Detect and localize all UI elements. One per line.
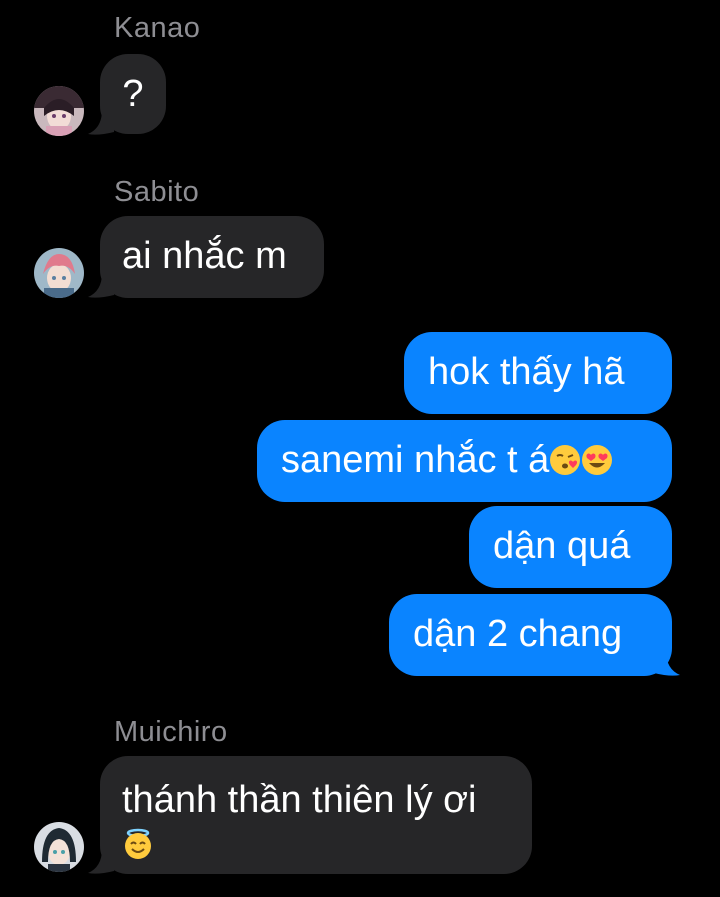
sender-name-kanao: Kanao bbox=[114, 12, 201, 44]
sender-name-muichiro: Muichiro bbox=[114, 716, 228, 748]
halo-smile-emoji bbox=[122, 828, 154, 860]
message-bubble-sabito[interactable]: ai nhắc m bbox=[100, 216, 324, 298]
message-text: dận quá bbox=[493, 525, 631, 567]
bubble-tail bbox=[88, 849, 114, 874]
message-bubble-outgoing[interactable]: dận quá bbox=[469, 506, 672, 588]
message-bubble-outgoing[interactable]: sanemi nhắc t á bbox=[257, 420, 672, 502]
avatar-kanao[interactable] bbox=[34, 86, 84, 136]
avatar-muichiro[interactable] bbox=[34, 822, 84, 872]
bubble-tail bbox=[88, 273, 114, 298]
avatar-sabito[interactable] bbox=[34, 248, 84, 298]
message-bubble-outgoing[interactable]: dận 2 chang bbox=[389, 594, 672, 676]
message-text: ai nhắc m bbox=[122, 235, 287, 277]
message-text: sanemi nhắc t á bbox=[281, 439, 550, 481]
message-bubble-outgoing[interactable]: hok thấy hã bbox=[404, 332, 672, 414]
message-text: hok thấy hã bbox=[428, 351, 625, 393]
heart-eyes-emoji bbox=[581, 444, 613, 476]
message-text: dận 2 chang bbox=[413, 613, 623, 655]
bubble-tail bbox=[654, 651, 680, 676]
message-bubble-muichiro[interactable]: thánh thần thiên lý ơi bbox=[100, 756, 532, 874]
kissing-heart-emoji bbox=[549, 444, 581, 476]
sender-name-sabito: Sabito bbox=[114, 176, 200, 208]
message-text: ? bbox=[122, 73, 144, 115]
message-text: thánh thần thiên lý ơi bbox=[122, 779, 477, 821]
bubble-tail bbox=[88, 110, 114, 135]
